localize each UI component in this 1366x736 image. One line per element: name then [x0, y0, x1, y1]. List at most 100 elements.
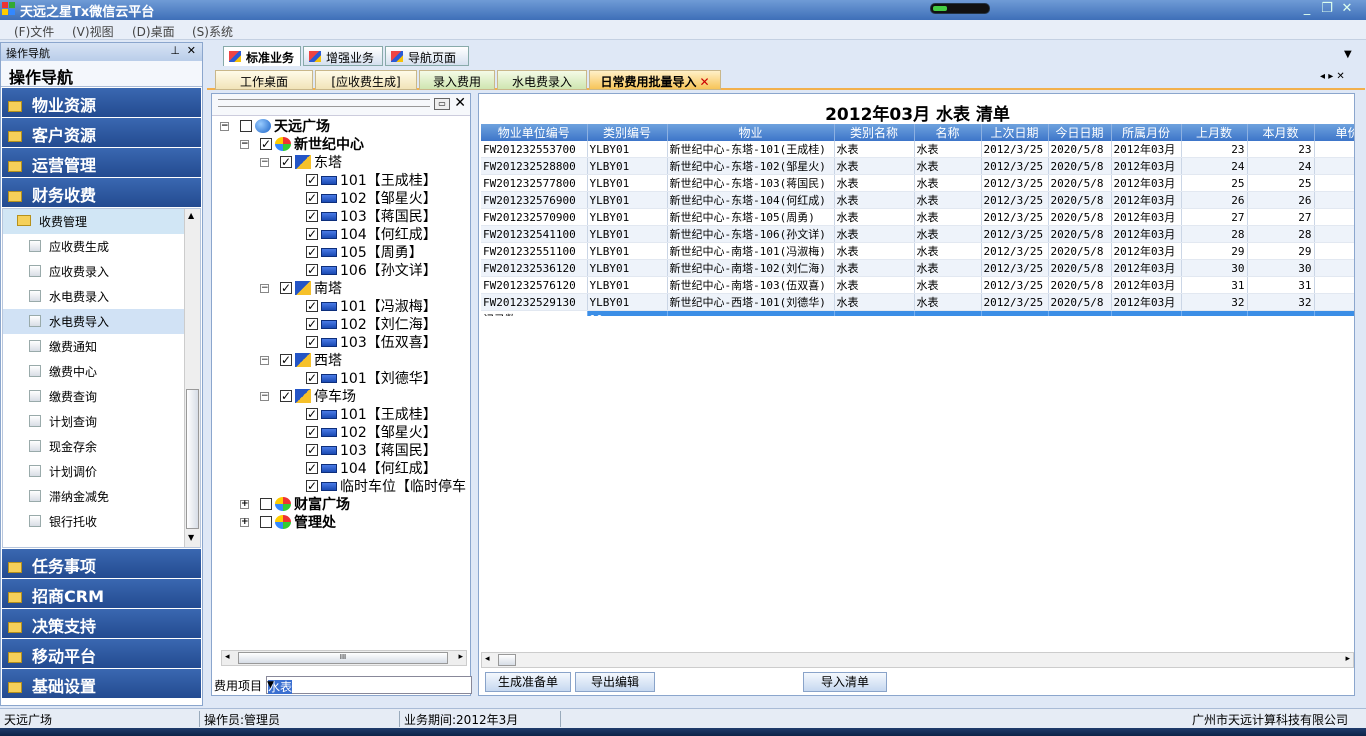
tree-unit[interactable]: 101【冯淑梅】 [306, 297, 437, 316]
checkbox[interactable] [306, 243, 318, 261]
tab-doc-4[interactable]: 日常费用批量导入 ✕ [589, 70, 721, 90]
column-header[interactable]: 单价 [1314, 124, 1354, 141]
checkbox[interactable] [306, 405, 318, 423]
checkbox[interactable] [280, 153, 292, 171]
column-header[interactable]: 物业 [667, 124, 835, 141]
checkbox[interactable] [260, 135, 272, 153]
nav-item-8[interactable]: 现金存余 [3, 434, 200, 459]
nav-item-6[interactable]: 缴费查询 [3, 384, 200, 409]
nav-category-categories_top-0[interactable]: 物业资源 [2, 88, 201, 117]
tree-other-1[interactable]: + 管理处 [240, 514, 336, 532]
scroll-right-icon[interactable]: ▸ [1345, 654, 1350, 664]
nav-item-11[interactable]: 银行托收 [3, 509, 200, 534]
scroll-up-icon[interactable]: ▲ [188, 211, 194, 220]
scroll-down-icon[interactable]: ▼ [188, 533, 194, 542]
tree-center[interactable]: − 新世纪中心 [240, 135, 364, 154]
checkbox[interactable] [306, 441, 318, 459]
table-row[interactable]: FW201232551100 YLBY01 新世纪中心-南塔-101(冯淑梅) 水表水… [481, 242, 1354, 260]
tree-unit[interactable]: 103【伍双喜】 [306, 333, 437, 352]
table-row[interactable]: FW201232529130 YLBY01 新世纪中心-西塔-101(刘德华) 水表水… [481, 293, 1354, 311]
tree-other-0[interactable]: + 财富广场 [240, 496, 350, 514]
column-header[interactable]: 本月数 [1247, 124, 1315, 141]
nav-group-fee-management[interactable]: 收费管理 [3, 209, 200, 234]
table-row[interactable]: FW201232536120 YLBY01 新世纪中心-南塔-102(刘仁海) 水表水… [481, 259, 1354, 277]
column-header[interactable]: 所属月份 [1111, 124, 1182, 141]
checkbox[interactable] [280, 351, 292, 369]
checkbox[interactable] [306, 297, 318, 315]
table-row[interactable]: FW201232528800 YLBY01 新世纪中心-东塔-102(邹星火) 水表水… [481, 157, 1354, 175]
scroll-left-icon[interactable]: ◂ [485, 654, 490, 664]
expand-toggle-icon[interactable]: − [260, 356, 269, 365]
tree-unit[interactable]: 105【周勇】 [306, 243, 423, 262]
nav-category-categories_bottom-1[interactable]: 招商CRM [2, 579, 201, 608]
menu-item-3[interactable]: (S)系统 [192, 23, 233, 40]
checkbox[interactable] [306, 459, 318, 477]
scroll-thumb[interactable]: III [238, 652, 448, 664]
column-header[interactable]: 类别编号 [587, 124, 668, 141]
nav-item-3[interactable]: 水电费导入 [3, 309, 200, 334]
nav-category-categories_bottom-3[interactable]: 移动平台 [2, 639, 201, 668]
checkbox[interactable] [306, 189, 318, 207]
tree-unit[interactable]: 102【邹星火】 [306, 189, 437, 208]
export-edit-button[interactable]: 导出编辑 [575, 672, 655, 692]
tree-unit[interactable]: 临时车位【临时停车】 [306, 477, 466, 496]
scroll-thumb[interactable] [186, 389, 199, 529]
nav-category-categories_top-1[interactable]: 客户资源 [2, 118, 201, 147]
nav-item-5[interactable]: 缴费中心 [3, 359, 200, 384]
nav-item-10[interactable]: 滞纳金减免 [3, 484, 200, 509]
column-header[interactable]: 物业单位编号 [481, 124, 588, 141]
tree-unit[interactable]: 103【蒋国民】 [306, 441, 437, 460]
tree-building-2[interactable]: − 西塔 [260, 351, 342, 370]
tree-unit[interactable]: 103【蒋国民】 [306, 207, 437, 226]
checkbox[interactable] [280, 387, 292, 405]
minimize-icon[interactable]: _ [1298, 1, 1316, 17]
generate-prep-button[interactable]: 生成准备单 [485, 672, 571, 692]
expand-toggle-icon[interactable]: − [220, 122, 229, 131]
expand-toggle-icon[interactable]: − [260, 392, 269, 401]
column-header[interactable]: 名称 [914, 124, 982, 141]
tree-root[interactable]: − 天远广场 [220, 118, 330, 136]
tab-doc-2[interactable]: 录入费用 [419, 70, 495, 90]
tab-top-1[interactable]: 增强业务 [303, 46, 383, 66]
tree-unit[interactable]: 106【孙文详】 [306, 261, 437, 280]
checkbox[interactable] [306, 333, 318, 351]
table-row[interactable]: FW201232577800 YLBY01 新世纪中心-东塔-103(蒋国民) 水表水… [481, 174, 1354, 192]
close-icon[interactable]: ✕ [454, 95, 466, 111]
tree-unit[interactable]: 101【王成桂】 [306, 405, 437, 424]
menu-item-1[interactable]: (V)视图 [72, 23, 114, 40]
table-row[interactable]: FW201232541100 YLBY01 新世纪中心-东塔-106(孙文详) 水表水… [481, 225, 1354, 243]
tree-building-3[interactable]: − 停车场 [260, 387, 356, 406]
expand-toggle-icon[interactable]: + [240, 500, 249, 509]
import-list-button[interactable]: 导入清单 [803, 672, 887, 692]
tab-dropdown-icon[interactable]: ▼ [1344, 49, 1352, 60]
tree-unit[interactable]: 104【何红成】 [306, 225, 437, 244]
checkbox[interactable] [306, 369, 318, 387]
checkbox[interactable] [306, 207, 318, 225]
column-header[interactable]: 上次日期 [981, 124, 1049, 141]
nav-item-4[interactable]: 缴费通知 [3, 334, 200, 359]
tab-doc-3[interactable]: 水电费录入 [497, 70, 587, 90]
restore-icon[interactable]: ▭ [434, 98, 450, 110]
tab-doc-1[interactable]: [应收费生成] [315, 70, 417, 90]
tab-top-2[interactable]: 导航页面 [385, 46, 469, 66]
column-header[interactable]: 类别名称 [834, 124, 915, 141]
checkbox[interactable] [306, 171, 318, 189]
checkbox[interactable] [240, 120, 252, 132]
table-row[interactable]: FW201232576900 YLBY01 新世纪中心-东塔-104(何红成) 水表水… [481, 191, 1354, 209]
table-row[interactable]: FW201232570900 YLBY01 新世纪中心-东塔-105(周勇) 水表 水表… [481, 208, 1354, 226]
checkbox[interactable] [260, 498, 272, 510]
menu-item-2[interactable]: (D)桌面 [132, 23, 175, 40]
grid-hscrollbar[interactable]: ◂ ▸ [481, 652, 1354, 668]
tree-unit[interactable]: 101【王成桂】 [306, 171, 437, 190]
tree-building-1[interactable]: − 南塔 [260, 279, 342, 298]
expand-toggle-icon[interactable]: − [260, 284, 269, 293]
expand-toggle-icon[interactable]: − [240, 140, 249, 149]
menu-item-0[interactable]: (F)文件 [14, 23, 54, 40]
tab-doc-0[interactable]: 工作桌面 [215, 70, 313, 90]
checkbox[interactable] [280, 279, 292, 297]
checkbox[interactable] [260, 516, 272, 528]
checkbox[interactable] [306, 477, 318, 495]
chevron-down-icon[interactable]: ▼ [267, 680, 469, 690]
close-icon[interactable]: ✕ [187, 44, 196, 57]
column-header[interactable]: 上月数 [1181, 124, 1248, 141]
